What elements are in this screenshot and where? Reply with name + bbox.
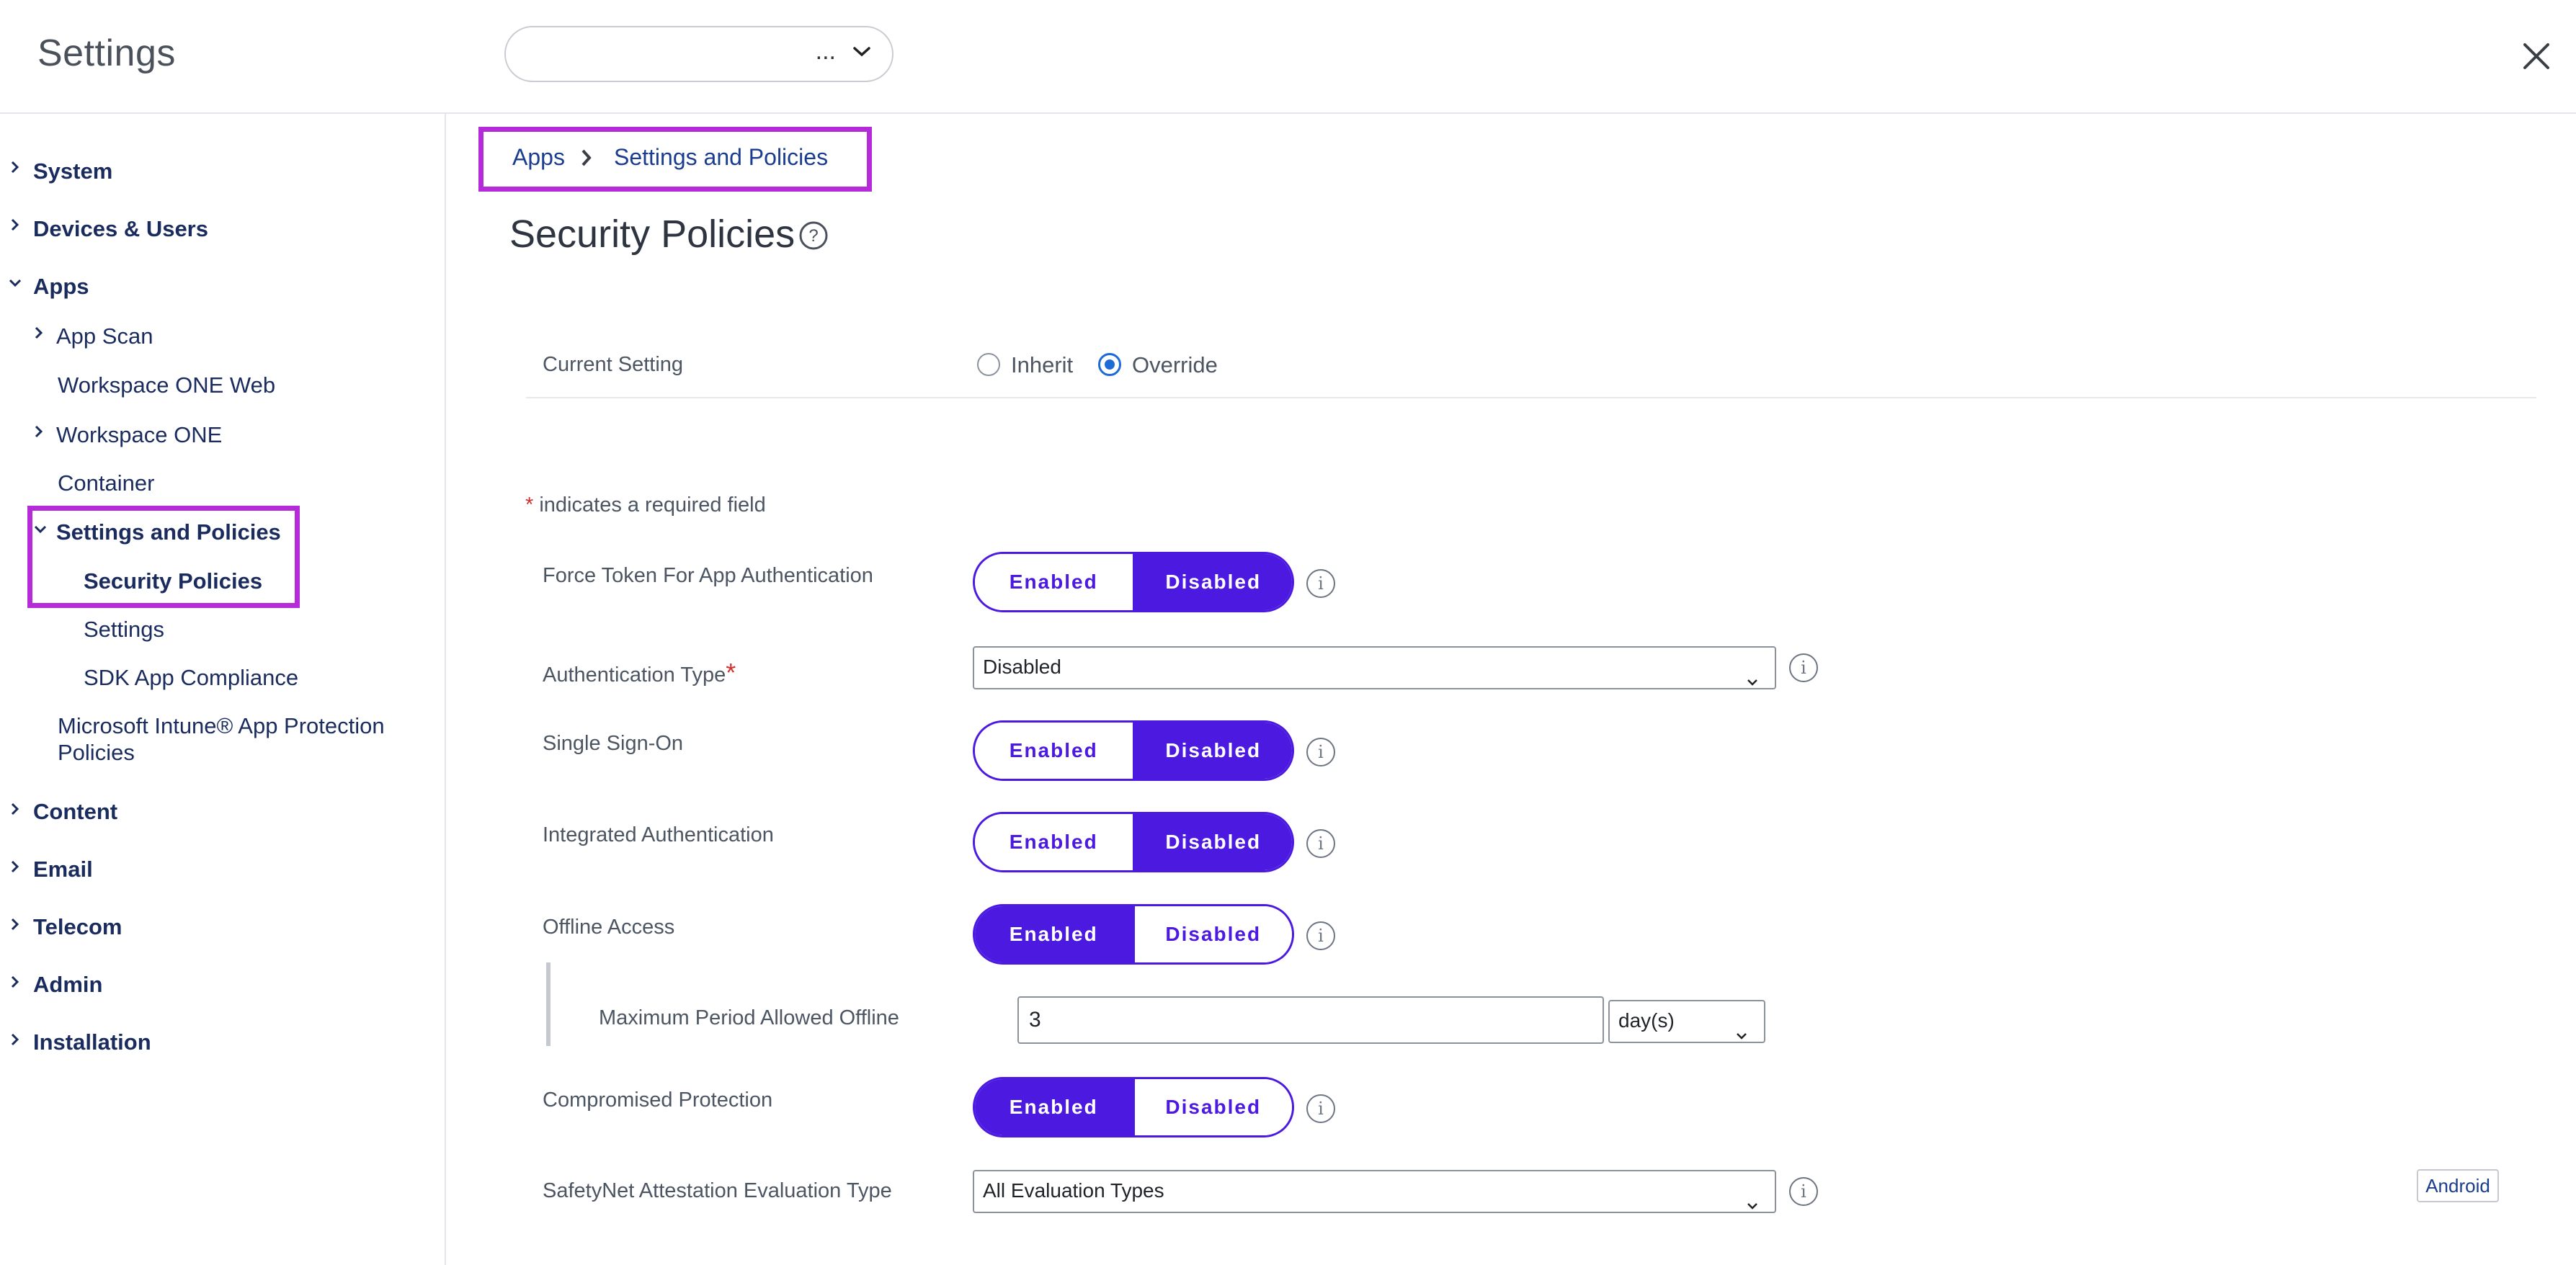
page-title: Security Policies [509, 213, 795, 256]
integrated-authentication-label: Integrated Authentication [543, 823, 774, 846]
authentication-type-select[interactable]: Disabled [973, 646, 1776, 689]
help-icon[interactable]: ? [798, 220, 829, 254]
required-star: * [525, 493, 534, 517]
chevron-right-icon [10, 917, 20, 935]
info-icon[interactable]: i [1306, 569, 1335, 598]
integrated-authentication-toggle[interactable]: Enabled Disabled [973, 812, 1294, 872]
required-field-note: * indicates a required field [525, 493, 766, 517]
inherit-radio[interactable] [977, 353, 1000, 376]
info-icon[interactable]: i [1306, 921, 1335, 950]
offline-access-label: Offline Access [543, 916, 675, 939]
org-select-value: ... [815, 37, 836, 65]
chevron-down-icon [852, 45, 872, 63]
required-note-text: indicates a required field [539, 493, 766, 517]
chevron-down-icon [1746, 1186, 1759, 1225]
sidebar-item-content[interactable]: Content [33, 799, 117, 825]
max-period-offline-label: Maximum Period Allowed Offline [599, 1006, 899, 1029]
enabled-option[interactable]: Enabled [975, 1079, 1133, 1135]
header-bar [0, 0, 2576, 114]
sidebar-item-microsoft-intune-line2[interactable]: Policies [58, 740, 135, 766]
safetynet-evaluation-select[interactable]: All Evaluation Types [973, 1170, 1776, 1213]
breadcrumb-item-apps[interactable]: Apps [512, 144, 565, 171]
sidebar-item-workspace-one-web[interactable]: Workspace ONE Web [58, 372, 275, 398]
chevron-right-icon [34, 424, 44, 442]
disabled-option[interactable]: Disabled [1132, 814, 1292, 870]
chevron-right-icon [10, 1032, 20, 1050]
single-sign-on-toggle[interactable]: Enabled Disabled [973, 720, 1294, 781]
info-icon[interactable]: i [1789, 653, 1818, 682]
required-star: * [726, 658, 736, 687]
sidebar-item-security-policies[interactable]: Security Policies [84, 568, 262, 594]
sidebar-item-settings-and-policies[interactable]: Settings and Policies [56, 519, 281, 545]
sidebar-item-system[interactable]: System [33, 158, 112, 184]
sidebar-item-apps[interactable]: Apps [33, 274, 89, 300]
authentication-type-label-text: Authentication Type [543, 663, 726, 687]
chevron-right-icon [10, 218, 20, 236]
chevron-down-icon [1735, 1016, 1748, 1055]
info-icon[interactable]: i [1306, 738, 1335, 766]
chevron-down-icon [8, 278, 22, 292]
info-icon[interactable]: i [1789, 1177, 1818, 1206]
organization-select[interactable]: ... [504, 26, 893, 82]
period-unit-select[interactable]: day(s) [1608, 1000, 1765, 1043]
app-title: Settings [37, 32, 176, 74]
chevron-right-icon [10, 859, 20, 877]
svg-text:?: ? [808, 226, 818, 246]
sidebar-item-email[interactable]: Email [33, 857, 93, 882]
single-sign-on-label: Single Sign-On [543, 732, 684, 755]
sidebar-item-admin[interactable]: Admin [33, 972, 102, 998]
current-setting-label: Current Setting [543, 353, 684, 376]
chevron-right-icon [34, 326, 44, 344]
sidebar-item-container[interactable]: Container [58, 470, 154, 496]
sidebar-item-app-scan[interactable]: App Scan [56, 323, 153, 349]
sidebar-item-settings[interactable]: Settings [84, 617, 164, 643]
authentication-type-label: Authentication Type* [543, 658, 736, 688]
info-icon[interactable]: i [1306, 829, 1335, 858]
info-icon[interactable]: i [1306, 1094, 1335, 1123]
indent-bar [546, 962, 551, 1046]
disabled-option[interactable]: Disabled [1132, 723, 1292, 779]
offline-access-toggle[interactable]: Enabled Disabled [973, 904, 1294, 965]
close-icon[interactable] [2522, 42, 2551, 74]
override-radio-label: Override [1132, 352, 1218, 377]
divider [526, 397, 2536, 398]
chevron-right-icon [10, 160, 20, 178]
enabled-option[interactable]: Enabled [975, 723, 1133, 779]
chevron-right-icon [10, 975, 20, 993]
force-token-toggle[interactable]: Enabled Disabled [973, 552, 1294, 612]
sidebar-item-workspace-one[interactable]: Workspace ONE [56, 422, 222, 448]
force-token-label: Force Token For App Authentication [543, 564, 873, 587]
enabled-option[interactable]: Enabled [975, 906, 1133, 962]
disabled-option[interactable]: Disabled [1132, 1079, 1292, 1135]
sidebar-item-sdk-app-compliance[interactable]: SDK App Compliance [84, 665, 298, 691]
disabled-option[interactable]: Disabled [1132, 554, 1292, 610]
period-unit-value: day(s) [1618, 1009, 1675, 1032]
chevron-right-icon [580, 148, 593, 171]
max-period-offline-input[interactable]: 3 [1017, 996, 1604, 1044]
sidebar-item-microsoft-intune[interactable]: Microsoft Intune® App Protection [58, 713, 385, 739]
compromised-protection-toggle[interactable]: Enabled Disabled [973, 1077, 1294, 1137]
enabled-option[interactable]: Enabled [975, 814, 1133, 870]
compromised-protection-label: Compromised Protection [543, 1089, 773, 1112]
safetynet-label: SafetyNet Attestation Evaluation Type [543, 1179, 892, 1202]
sidebar-item-telecom[interactable]: Telecom [33, 914, 122, 940]
disabled-option[interactable]: Disabled [1132, 906, 1292, 962]
android-platform-badge: Android [2417, 1169, 2499, 1202]
sidebar-item-installation[interactable]: Installation [33, 1029, 151, 1055]
sidebar-item-devices-users[interactable]: Devices & Users [33, 216, 208, 242]
safetynet-evaluation-value: All Evaluation Types [983, 1179, 1164, 1202]
override-radio[interactable] [1098, 353, 1121, 376]
inherit-radio-label: Inherit [1011, 352, 1074, 377]
chevron-right-icon [10, 802, 20, 820]
enabled-option[interactable]: Enabled [975, 554, 1133, 610]
chevron-down-icon [33, 524, 48, 538]
chevron-down-icon [1746, 662, 1759, 701]
breadcrumb-item-settings-and-policies[interactable]: Settings and Policies [614, 144, 828, 171]
authentication-type-value: Disabled [983, 656, 1061, 678]
